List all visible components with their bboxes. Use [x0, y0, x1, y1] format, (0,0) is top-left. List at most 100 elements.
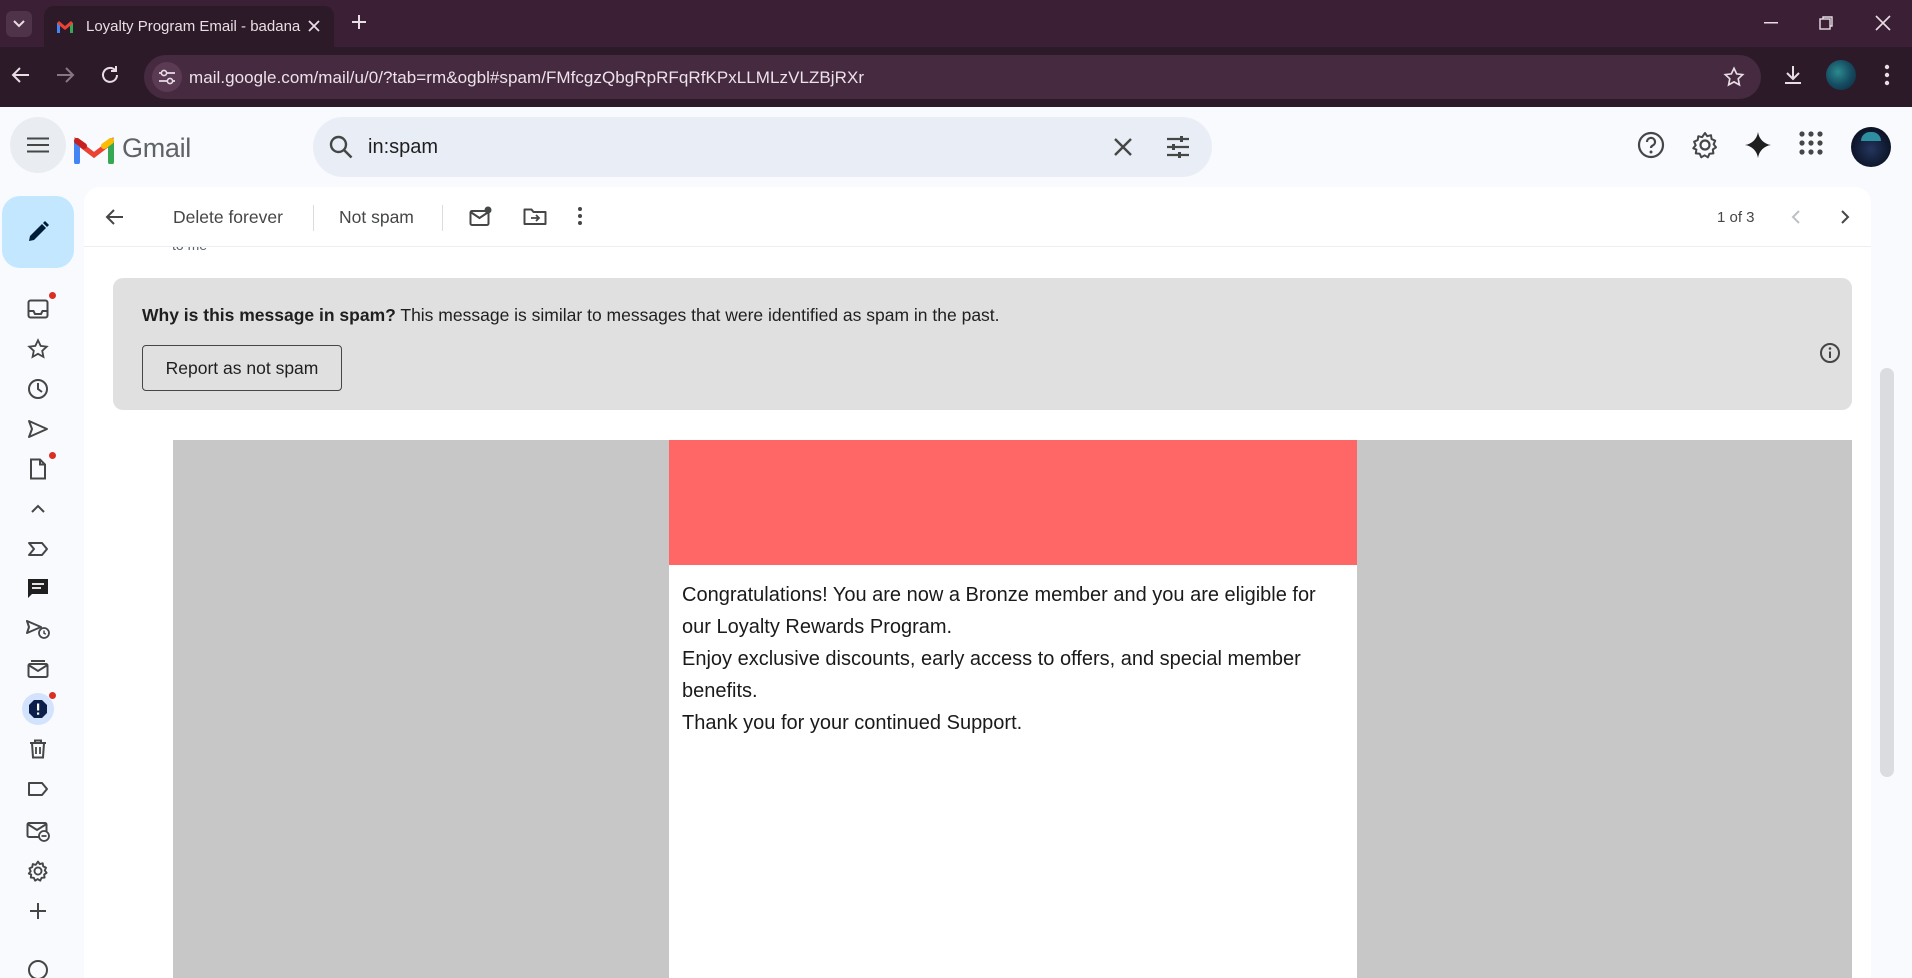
- nav-settings[interactable]: [18, 855, 58, 887]
- gmail-logo[interactable]: Gmail: [74, 133, 191, 164]
- unread-dot: [48, 451, 57, 460]
- account-avatar[interactable]: [1851, 127, 1891, 167]
- nav-manage-subscriptions[interactable]: [18, 815, 58, 847]
- email-paragraph: Enjoy exclusive discounts, early access …: [682, 648, 1301, 702]
- restore-icon: [1819, 16, 1833, 30]
- chats-icon: [28, 579, 48, 598]
- search-icon[interactable]: [328, 134, 354, 160]
- nav-inbox[interactable]: [18, 291, 58, 325]
- nav-chats[interactable]: [18, 573, 58, 605]
- report-not-spam-button[interactable]: Report as not spam: [142, 345, 342, 391]
- not-spam-button[interactable]: Not spam: [339, 207, 414, 228]
- tune-icon: [159, 69, 175, 85]
- back-arrow-icon[interactable]: [10, 64, 32, 86]
- email-body-text: Congratulations! You are now a Bronze me…: [669, 565, 1357, 739]
- mark-unread-icon[interactable]: [469, 206, 493, 228]
- browser-toolbar: mail.google.com/mail/u/0/?tab=rm&ogbl#sp…: [0, 47, 1912, 107]
- pagination-count: 1 of 3: [1717, 209, 1755, 226]
- important-icon: [28, 542, 48, 556]
- nav-more[interactable]: [18, 959, 58, 978]
- spam-reason-text: This message is similar to messages that…: [395, 305, 1000, 325]
- unread-dot: [48, 691, 57, 700]
- hamburger-icon: [27, 137, 49, 153]
- star-icon: [27, 338, 49, 359]
- all-mail-icon: [27, 660, 49, 678]
- toolbar-divider: [442, 205, 443, 231]
- nav-less[interactable]: [18, 493, 58, 525]
- nav-scheduled[interactable]: [18, 613, 58, 645]
- nav-spam[interactable]: [18, 691, 58, 725]
- nav-create-label[interactable]: [18, 895, 58, 927]
- restore-button[interactable]: [1801, 10, 1851, 36]
- close-icon: [1875, 15, 1891, 31]
- url-text: mail.google.com/mail/u/0/?tab=rm&ogbl#sp…: [189, 68, 865, 87]
- trash-icon: [30, 739, 46, 759]
- settings-gear-icon[interactable]: [1691, 131, 1719, 159]
- browser-profile-avatar[interactable]: [1826, 60, 1856, 90]
- more-options-icon[interactable]: [577, 206, 583, 226]
- nav-starred[interactable]: [18, 333, 58, 365]
- nav-labels[interactable]: [18, 773, 58, 805]
- nav-all-mail[interactable]: [18, 653, 58, 685]
- email-paragraph: Thank you for your continued Support.: [682, 712, 1023, 734]
- forward-arrow-icon[interactable]: [54, 64, 76, 86]
- settings-icon: [27, 860, 48, 882]
- gmail-m-icon: [74, 136, 114, 164]
- search-options-icon[interactable]: [1165, 135, 1191, 159]
- message-scrollbar[interactable]: [1880, 368, 1894, 777]
- minimize-button[interactable]: [1746, 10, 1796, 36]
- gemini-sparkle-icon[interactable]: [1744, 131, 1772, 159]
- delete-forever-button[interactable]: Delete forever: [173, 207, 283, 228]
- tab-close-icon[interactable]: [306, 18, 322, 34]
- reload-icon[interactable]: [99, 64, 121, 86]
- chevron-down-icon: [13, 20, 25, 28]
- google-apps-icon[interactable]: [1799, 131, 1823, 155]
- tab-title: Loyalty Program Email - badana: [86, 18, 301, 35]
- address-bar[interactable]: mail.google.com/mail/u/0/?tab=rm&ogbl#sp…: [144, 55, 1761, 99]
- browser-tab[interactable]: Loyalty Program Email - badana: [44, 6, 334, 47]
- bookmark-star-icon[interactable]: [1723, 66, 1745, 88]
- gmail-header: Gmail: [0, 107, 1912, 187]
- email-html-content: Congratulations! You are now a Bronze me…: [173, 440, 1852, 978]
- message-pane: Delete forever Not spam 1 of 3 to me Why…: [84, 187, 1871, 978]
- info-icon[interactable]: [1819, 342, 1841, 364]
- close-window-button[interactable]: [1858, 10, 1908, 36]
- message-toolbar: Delete forever Not spam 1 of 3: [84, 187, 1871, 247]
- compose-button[interactable]: [2, 196, 74, 268]
- nav-important[interactable]: [18, 533, 58, 565]
- unread-dot: [48, 291, 57, 300]
- nav-trash[interactable]: [18, 733, 58, 765]
- manage-subscriptions-icon: [26, 822, 50, 842]
- chevron-up-icon: [31, 504, 45, 513]
- site-info-button[interactable]: [152, 62, 182, 92]
- spam-reason: Why is this message in spam? This messag…: [142, 305, 1000, 326]
- plus-icon: [30, 903, 46, 919]
- label-icon: [28, 782, 48, 796]
- circle-icon: [28, 960, 48, 978]
- inbox-icon: [27, 299, 49, 319]
- new-tab-icon[interactable]: [349, 12, 369, 32]
- spam-warning-banner: Why is this message in spam? This messag…: [113, 278, 1852, 410]
- download-icon[interactable]: [1782, 64, 1804, 86]
- tab-search-button[interactable]: [6, 11, 32, 37]
- back-to-list-icon[interactable]: [104, 206, 126, 228]
- toolbar-divider: [313, 205, 314, 231]
- nav-sent[interactable]: [18, 413, 58, 445]
- spam-icon: [29, 700, 47, 718]
- move-to-icon[interactable]: [523, 206, 547, 226]
- email-hero-banner: [669, 440, 1357, 565]
- nav-drafts[interactable]: [18, 451, 58, 485]
- browser-menu-icon[interactable]: [1884, 64, 1890, 86]
- help-icon[interactable]: [1637, 131, 1665, 159]
- drafts-icon: [30, 458, 46, 480]
- email-paragraph: Congratulations! You are now a Bronze me…: [682, 584, 1316, 638]
- main-menu-button[interactable]: [10, 117, 66, 173]
- newer-chevron-left-icon[interactable]: [1790, 209, 1802, 225]
- clear-search-icon[interactable]: [1111, 135, 1135, 159]
- search-input[interactable]: [368, 117, 1068, 177]
- pencil-icon: [29, 221, 49, 241]
- scheduled-icon: [26, 620, 50, 639]
- older-chevron-right-icon[interactable]: [1839, 209, 1851, 225]
- spam-reason-title: Why is this message in spam?: [142, 305, 396, 325]
- nav-snoozed[interactable]: [18, 373, 58, 405]
